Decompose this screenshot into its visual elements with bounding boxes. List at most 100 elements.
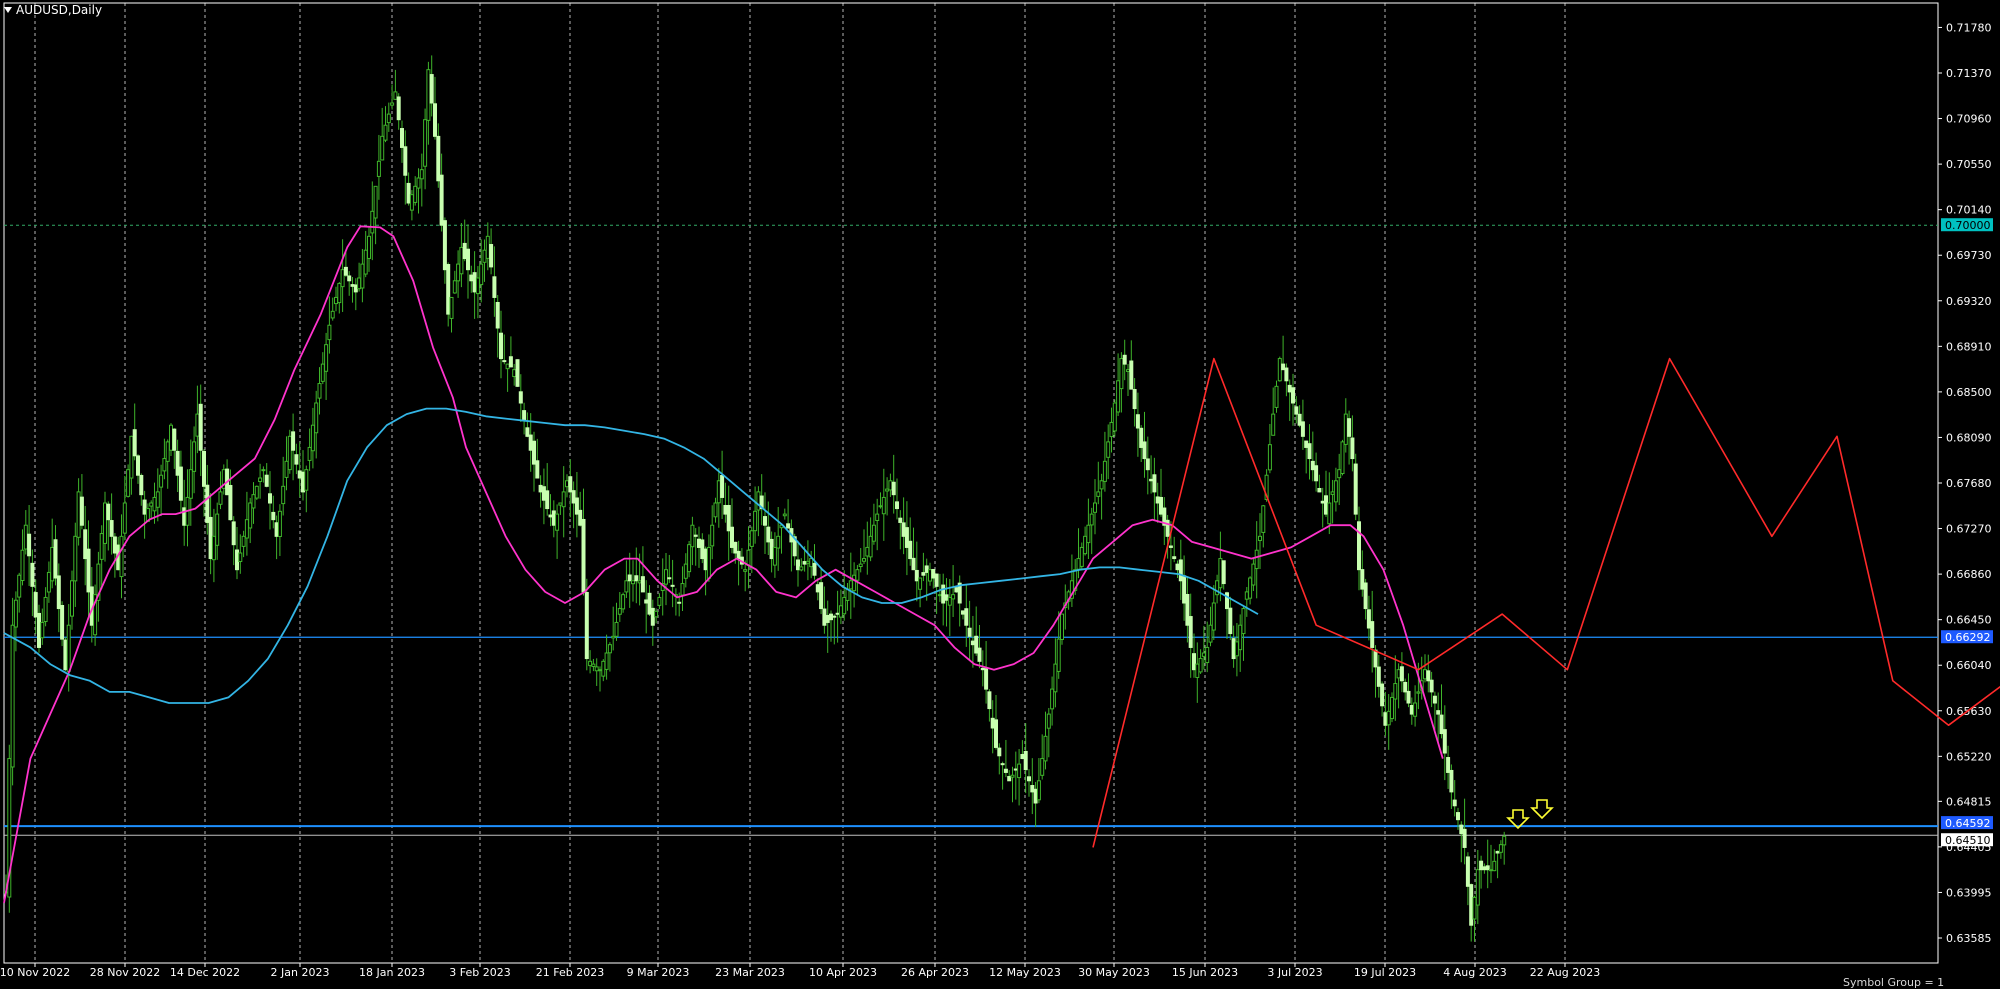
candle-body: [1370, 621, 1375, 648]
candle-body: [710, 524, 715, 547]
candle-body: [558, 502, 563, 506]
candle-body: [1231, 638, 1236, 660]
candle-body: [1383, 712, 1388, 726]
candle-body: [142, 499, 147, 515]
candle-body: [396, 96, 401, 121]
candle-body: [1399, 666, 1404, 682]
candle-body: [380, 135, 385, 161]
price-label-text: 0.70000: [1945, 219, 1991, 232]
symbol-group-label: Symbol Group = 1: [1843, 976, 1945, 989]
candle-body: [343, 266, 348, 276]
candle-body: [149, 502, 154, 507]
candle-body: [657, 596, 662, 606]
candle-body: [835, 612, 840, 615]
candle-body: [726, 505, 731, 532]
candle-body: [1129, 360, 1134, 390]
candle-body: [700, 539, 705, 560]
candle-body: [17, 574, 22, 598]
candle-body: [508, 356, 513, 368]
y-tick-label: 0.66860: [1946, 568, 1992, 581]
candle-body: [782, 513, 787, 517]
candle-body: [1452, 799, 1457, 807]
candle-body: [73, 535, 78, 582]
candle-body: [977, 647, 982, 662]
candle-body: [1149, 478, 1154, 482]
candle-body: [485, 235, 490, 259]
candle-body: [901, 522, 906, 537]
candle-body: [475, 277, 480, 295]
candle-body: [231, 521, 236, 546]
candle-body: [921, 572, 926, 576]
candle-body: [1340, 441, 1345, 475]
candle-body: [1485, 865, 1490, 871]
candle-body: [1502, 835, 1507, 846]
candle-body: [753, 510, 758, 532]
candle-body: [446, 264, 451, 315]
candle-body: [228, 484, 233, 521]
symbol-title: AUDUSD,Daily: [4, 3, 102, 17]
candle-body: [409, 194, 414, 211]
candle-body: [565, 480, 569, 488]
candle-body: [1132, 389, 1137, 410]
candle-body: [413, 185, 418, 203]
candle-body: [716, 480, 721, 504]
candle-body: [1281, 363, 1286, 371]
candle-body: [291, 431, 296, 451]
candle-body: [502, 360, 507, 363]
candle-body: [340, 269, 345, 288]
candle-body: [885, 488, 890, 492]
candle-body: [235, 549, 239, 571]
candle-body: [756, 491, 761, 511]
candle-body: [984, 668, 989, 690]
candle-body: [637, 580, 642, 584]
candle-body: [211, 535, 216, 561]
candle-body: [1155, 496, 1160, 504]
candle-body: [858, 563, 863, 568]
candle-body: [1241, 608, 1246, 635]
candle-body: [1172, 556, 1177, 560]
chart-window[interactable]: 10 Nov 2022 28 Nov 2022 14 Dec 2022 2 Jan 2…: [0, 0, 2000, 989]
candle-body: [357, 277, 362, 290]
candle-body: [426, 69, 431, 121]
candle-body: [1228, 607, 1233, 635]
candle-body: [472, 272, 477, 293]
candle-body: [1261, 505, 1266, 533]
candle-body: [1376, 666, 1381, 687]
candle-body: [330, 310, 335, 319]
candle-body: [588, 660, 593, 667]
y-tick-label: 0.68500: [1946, 386, 1992, 399]
candle-body: [178, 466, 183, 501]
candle-body: [1284, 367, 1289, 382]
candle-body: [251, 494, 256, 509]
candle-body: [1003, 768, 1008, 773]
y-tick-label: 0.69320: [1946, 295, 1992, 308]
candle-body: [954, 587, 959, 593]
candle-body: [492, 276, 497, 298]
candle-body: [937, 594, 942, 597]
y-tick-label: 0.66040: [1946, 659, 1992, 672]
candle-body: [561, 491, 566, 508]
candle-body: [1423, 669, 1427, 680]
candle-body: [997, 747, 1002, 757]
candle-body: [829, 613, 833, 621]
candle-body: [1465, 856, 1470, 887]
candle-body: [1469, 884, 1474, 926]
candle-body: [324, 344, 329, 372]
candle-body: [99, 533, 104, 560]
x-tick-label: 21 Feb 2023: [536, 966, 604, 979]
candle-body: [159, 474, 164, 488]
candle-body: [888, 480, 893, 491]
candle-body: [1178, 559, 1183, 582]
candle-body: [631, 580, 635, 585]
candle-body: [1386, 710, 1391, 726]
candle-body: [76, 491, 81, 538]
candle-body: [617, 608, 622, 615]
y-tick-label: 0.63585: [1946, 932, 1992, 945]
price-chart[interactable]: 10 Nov 2022 28 Nov 2022 14 Dec 2022 2 Jan 2…: [0, 0, 2000, 984]
candle-body: [1010, 774, 1015, 778]
dropdown-triangle-icon[interactable]: [4, 7, 12, 13]
candle-body: [1337, 469, 1342, 479]
candle-body: [766, 526, 771, 543]
candle-body: [218, 491, 223, 505]
candle-body: [287, 435, 292, 471]
